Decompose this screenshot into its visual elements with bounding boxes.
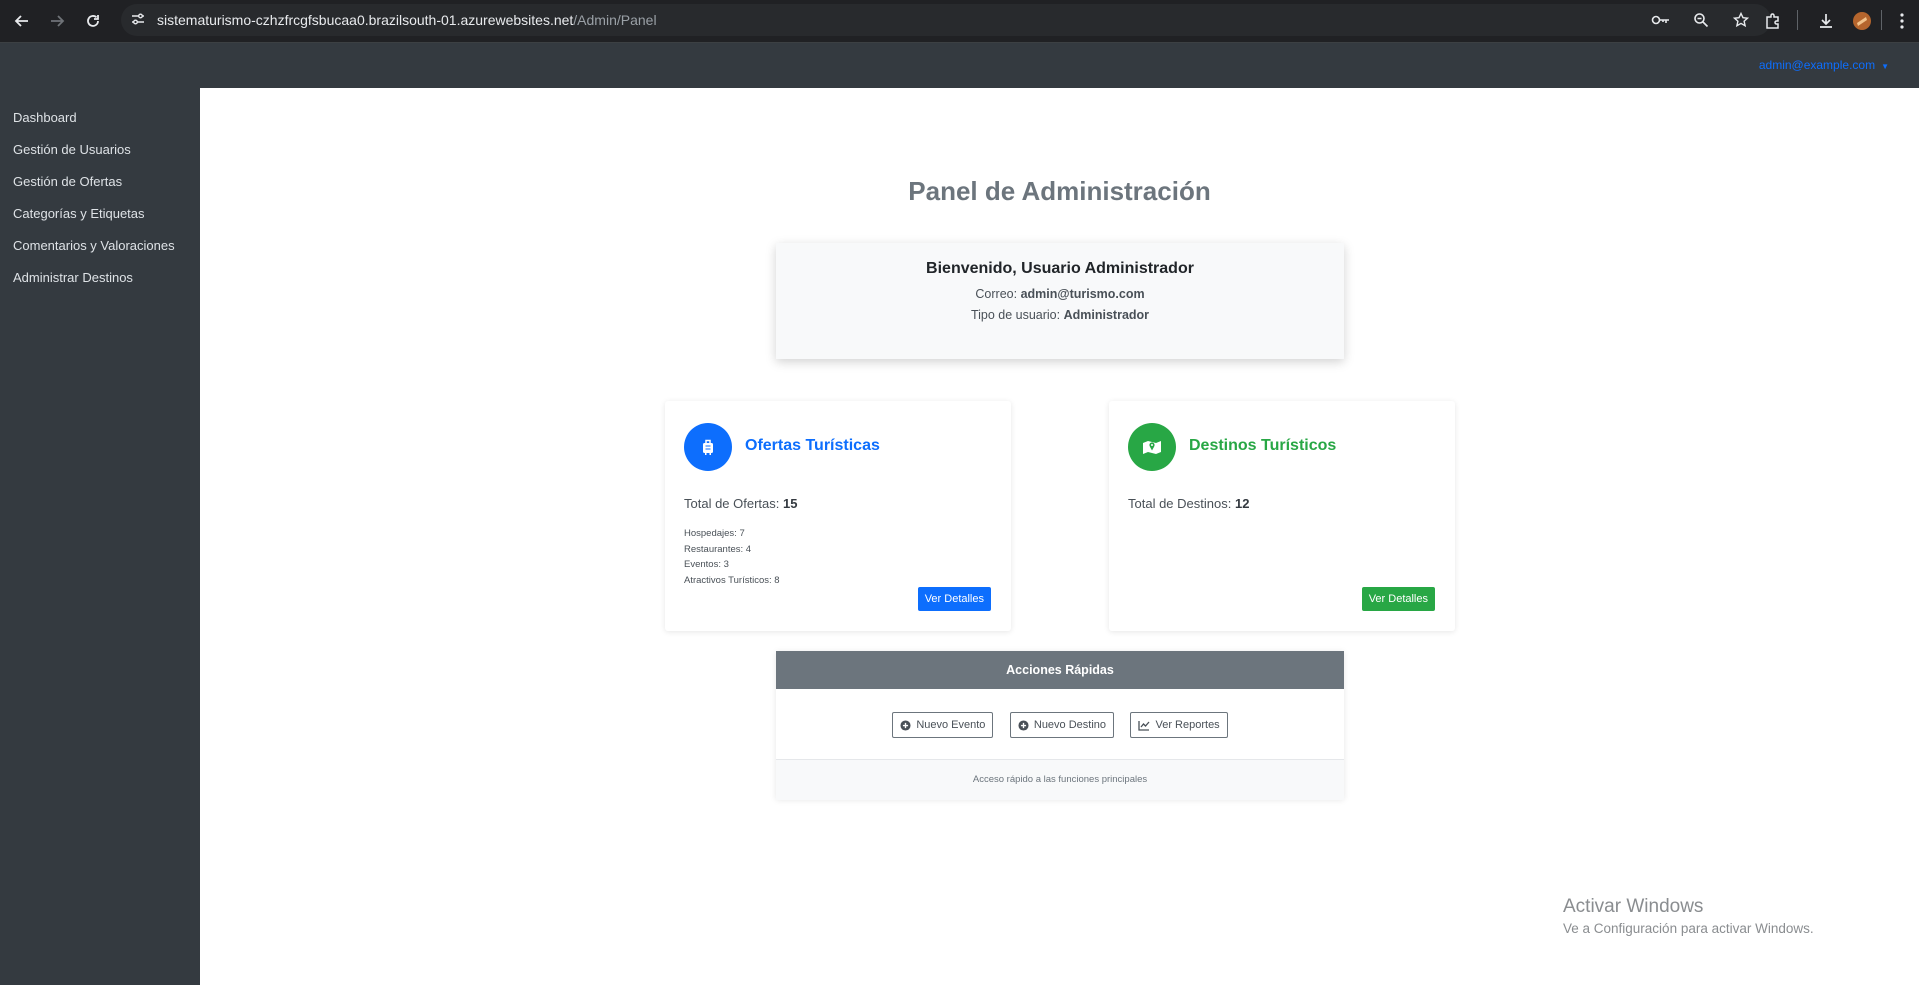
destinos-title: Destinos Turísticos [1189, 437, 1337, 454]
ofertas-title: Ofertas Turísticas [745, 437, 880, 454]
new-destination-label: Nuevo Destino [1033, 719, 1107, 731]
zoom-icon[interactable] [1691, 10, 1711, 30]
breakdown-atractivos: Atractivos Turísticos: 8 [684, 574, 780, 586]
view-reports-label: Ver Reportes [1155, 719, 1220, 731]
url-path: /Admin/Panel [573, 12, 657, 28]
ofertas-total-value: 15 [783, 496, 798, 511]
quick-actions-card: Acciones Rápidas Nuevo Evento Nuevo Dest… [776, 651, 1344, 800]
email-label: Correo: [975, 287, 1018, 301]
destinos-card: Destinos Turísticos Total de Destinos: 1… [1109, 401, 1455, 631]
plus-circle-icon [1018, 719, 1029, 731]
sidebar-item-comentarios[interactable]: Comentarios y Valoraciones [0, 230, 200, 262]
address-bar[interactable]: sistematurismo-czhzfrcgfsbucaa0.brazilso… [121, 4, 1771, 36]
luggage-icon [684, 423, 732, 471]
watermark-title: Activar Windows [1563, 896, 1704, 917]
ofertas-total-label: Total de Ofertas: [684, 496, 780, 511]
welcome-card: Bienvenido, Usuario Administrador Correo… [776, 243, 1344, 359]
ofertas-total: Total de Ofertas: 15 [684, 496, 797, 511]
browser-toolbar: sistematurismo-czhzfrcgfsbucaa0.brazilso… [0, 0, 1919, 43]
welcome-title: Bienvenido, Usuario Administrador [926, 260, 1194, 277]
user-type-value: Administrador [1063, 308, 1150, 322]
profile-avatar-icon[interactable] [1849, 8, 1875, 34]
quick-actions-body: Nuevo Evento Nuevo Destino Ver Reportes [776, 689, 1344, 759]
user-dropdown[interactable]: admin@example.com ▼ [1759, 58, 1889, 72]
destinos-total: Total de Destinos: 12 [1128, 496, 1249, 511]
welcome-type-line: Tipo de usuario: Administrador [776, 308, 1344, 322]
chart-line-icon [1138, 720, 1150, 731]
map-marker-icon [1128, 423, 1176, 471]
ofertas-breakdown: Hospedajes: 7 Restaurantes: 4 Eventos: 3… [684, 526, 780, 588]
page-title: Panel de Administración [908, 176, 1211, 206]
extensions-icon[interactable] [1760, 8, 1786, 34]
bookmark-star-icon[interactable] [1731, 10, 1751, 30]
breakdown-hospedajes: Hospedajes: 7 [684, 528, 745, 539]
new-event-button[interactable]: Nuevo Evento [892, 712, 994, 738]
caret-down-icon: ▼ [1881, 62, 1889, 71]
sidebar-item-destinos[interactable]: Administrar Destinos [0, 262, 200, 294]
quick-actions-footer: Acceso rápido a las funciones principale… [776, 759, 1344, 800]
destinos-total-label: Total de Destinos: [1128, 496, 1232, 511]
toolbar-divider [1881, 10, 1882, 30]
breakdown-restaurantes: Restaurantes: 4 [684, 543, 752, 555]
forward-arrow-icon[interactable] [43, 7, 71, 35]
app-topbar: admin@example.com ▼ [0, 43, 1919, 88]
view-reports-button[interactable]: Ver Reportes [1130, 712, 1228, 738]
download-icon[interactable] [1813, 8, 1839, 34]
breakdown-eventos: Eventos: 3 [684, 559, 729, 570]
new-event-label: Nuevo Evento [916, 719, 986, 731]
ofertas-card: Ofertas Turísticas Total de Ofertas: 15 … [665, 401, 1011, 631]
destinos-total-value: 12 [1234, 496, 1250, 511]
windows-activation-watermark: Activar Windows Ve a Configuración para … [1563, 896, 1814, 936]
user-email: admin@example.com [1758, 58, 1876, 72]
sidebar: Dashboard Gestión de Usuarios Gestión de… [0, 88, 200, 985]
url-host: sistematurismo-czhzfrcgfsbucaa0.brazilso… [157, 12, 574, 28]
plus-circle-icon [900, 719, 911, 731]
main-content: Panel de Administración Bienvenido, Usua… [200, 88, 1919, 985]
sidebar-item-ofertas[interactable]: Gestión de Ofertas [0, 166, 200, 198]
password-key-icon[interactable] [1651, 10, 1671, 30]
new-destination-button[interactable]: Nuevo Destino [1009, 712, 1115, 738]
toolbar-divider [1797, 10, 1798, 30]
user-type-label: Tipo de usuario: [970, 308, 1061, 322]
sidebar-item-categorias[interactable]: Categorías y Etiquetas [0, 198, 200, 230]
quick-actions-title: Acciones Rápidas [776, 651, 1344, 689]
browser-menu-icon[interactable] [1889, 8, 1915, 34]
ofertas-details-button[interactable]: Ver Detalles [917, 587, 991, 611]
reload-icon[interactable] [79, 7, 107, 35]
email-value: admin@turismo.com [1020, 287, 1145, 301]
welcome-email-line: Correo: admin@turismo.com [776, 287, 1344, 301]
destinos-details-button[interactable]: Ver Detalles [1361, 587, 1435, 611]
url-text: sistematurismo-czhzfrcgfsbucaa0.brazilso… [157, 12, 657, 28]
back-arrow-icon[interactable] [8, 7, 36, 35]
sidebar-item-usuarios[interactable]: Gestión de Usuarios [0, 134, 200, 166]
site-settings-icon[interactable] [129, 10, 147, 33]
watermark-subtitle: Ve a Configuración para activar Windows. [1563, 921, 1814, 936]
sidebar-item-dashboard[interactable]: Dashboard [0, 102, 200, 134]
